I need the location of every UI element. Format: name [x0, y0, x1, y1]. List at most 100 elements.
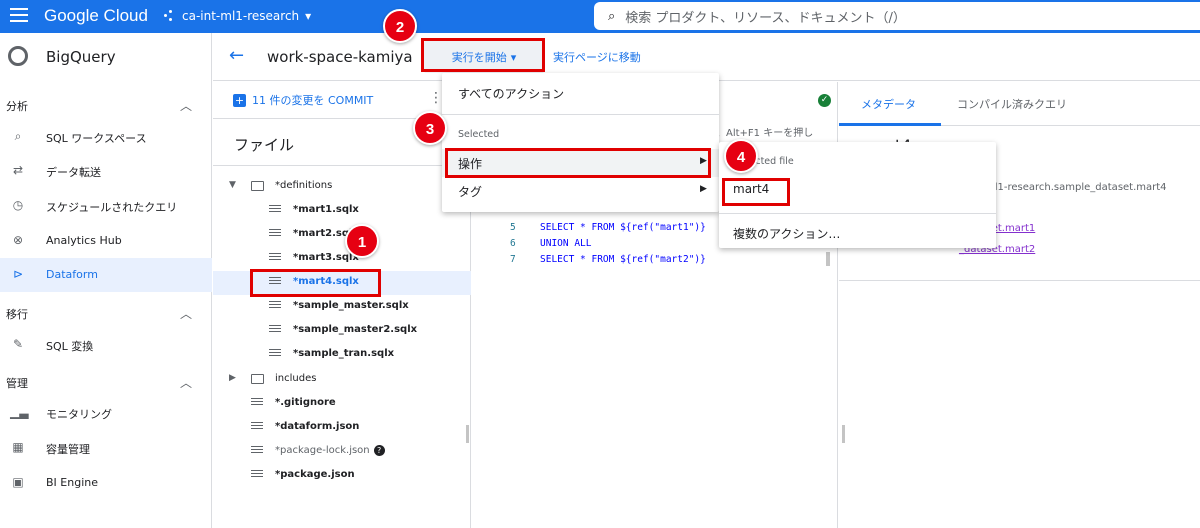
top-bar: Google Cloud ca-int-ml1-research ▾ ⌕ 検索 …	[0, 0, 1200, 33]
tree-file-gitignore[interactable]: *.gitignore	[213, 392, 471, 416]
active-tab-indicator	[839, 123, 941, 126]
commit-button[interactable]: + 11 件の変更を COMMIT	[233, 92, 373, 108]
nav-item-label: BI Engine	[46, 476, 98, 489]
tree-file-sample-master[interactable]: *sample_master.sqlx	[213, 295, 471, 319]
code-text: SELECT * FROM ${ref("mart1")}	[540, 222, 706, 233]
tab-compiled-query[interactable]: コンパイル済みクエリ	[957, 96, 1067, 112]
more-vert-icon[interactable]: ⋮	[429, 90, 443, 106]
nav-item-monitoring[interactable]: ▁▃ モニタリング	[0, 396, 212, 430]
file-lines-icon	[251, 470, 263, 480]
tree-file-mart1[interactable]: *mart1.sqlx	[213, 199, 471, 223]
file-lines-icon	[251, 398, 263, 408]
workspace-title: work-space-kamiya	[267, 48, 413, 66]
tree-folder-definitions[interactable]: ▼ *definitions	[213, 175, 471, 199]
help-icon[interactable]: ?	[373, 445, 385, 456]
back-arrow-icon[interactable]: ←	[229, 45, 244, 66]
tree-file-package-json[interactable]: *package.json	[213, 464, 471, 488]
chevron-up-icon: ︿	[180, 99, 193, 113]
editor-scrollbar[interactable]	[826, 252, 830, 266]
nav-item-dataform[interactable]: ⊳ Dataform	[0, 258, 212, 292]
line-number: 7	[510, 254, 516, 265]
expand-arrow-icon[interactable]: ▼	[229, 180, 236, 190]
highlight-box-3	[445, 148, 711, 178]
bi-engine-icon: ▣	[12, 475, 24, 489]
tree-file-sample-tran[interactable]: *sample_tran.sqlx	[213, 343, 471, 367]
tree-item-label: *.gitignore	[275, 397, 336, 408]
transfer-arrows-icon: ⇄	[12, 163, 24, 177]
nav-section-migration[interactable]: 移行 ︿	[0, 297, 212, 327]
goto-executions-link[interactable]: 実行ページに移動	[553, 49, 641, 65]
nav-item-label: データ転送	[46, 166, 101, 179]
project-selector[interactable]: ca-int-ml1-research ▾	[164, 9, 311, 23]
menu-item-label: タグ	[458, 185, 483, 199]
highlight-box-1	[250, 269, 381, 297]
nav-item-sql-workspace[interactable]: ⌕ SQL ワークスペース	[0, 120, 212, 154]
folder-icon	[251, 181, 264, 191]
clock-icon: ◷	[12, 198, 24, 212]
product-name: BigQuery	[46, 48, 116, 66]
chevron-up-icon: ︿	[180, 307, 193, 321]
nav-item-label: SQL ワークスペース	[46, 132, 147, 145]
tree-file-package-lock[interactable]: *package-lock.json?	[213, 440, 471, 464]
menu-item-label: 複数のアクション…	[733, 227, 841, 241]
highlight-box-4	[722, 178, 790, 206]
search-input[interactable]: ⌕ 検索 プロダクト、リソース、ドキュメント（/）	[594, 2, 1200, 30]
divider	[839, 280, 1200, 281]
nav-item-data-transfer[interactable]: ⇄ データ転送	[0, 154, 212, 188]
project-name: ca-int-ml1-research	[182, 9, 300, 23]
nav-item-scheduled-queries[interactable]: ◷ スケジュールされたクエリ	[0, 189, 212, 223]
metadata-tabs: メタデータ コンパイル済みクエリ	[839, 82, 1200, 126]
code-text: UNION ALL	[540, 238, 592, 249]
divider	[719, 213, 996, 214]
file-lines-icon	[269, 229, 281, 239]
tree-item-label: *mart3.sqlx	[293, 252, 359, 263]
resize-handle[interactable]	[466, 425, 469, 443]
hub-icon: ⊗	[12, 233, 24, 247]
highlight-box-2	[421, 38, 545, 72]
menu-item-multiple-actions[interactable]: 複数のアクション…	[719, 219, 996, 247]
expand-arrow-icon[interactable]: ▶	[229, 373, 236, 383]
folder-icon	[251, 374, 264, 384]
tree-folder-includes[interactable]: ▶ includes	[213, 368, 471, 392]
file-lines-icon	[251, 422, 263, 432]
tree-file-mart2[interactable]: *mart2.sqlx	[213, 223, 471, 247]
tree-file-dataform-json[interactable]: *dataform.json	[213, 416, 471, 440]
file-lines-icon	[269, 325, 281, 335]
divider	[442, 114, 719, 115]
menu-item-tag[interactable]: タグ ▶	[442, 177, 719, 205]
check-circle-icon: ✓	[818, 94, 831, 107]
line-number: 5	[510, 222, 516, 233]
nav-section-admin[interactable]: 管理 ︿	[0, 366, 212, 396]
hamburger-menu-icon[interactable]	[10, 8, 28, 24]
nav-section-analysis[interactable]: 分析 ︿	[0, 89, 212, 119]
nav-item-label: モニタリング	[46, 408, 112, 421]
nav-item-label: スケジュールされたクエリ	[46, 201, 178, 214]
bigquery-icon	[8, 46, 28, 66]
tree-item-label: *sample_master.sqlx	[293, 300, 409, 311]
menu-item-all-actions[interactable]: すべてのアクション	[442, 79, 719, 107]
nav-section-label: 分析	[6, 100, 28, 113]
metadata-path: ml1-research.sample_dataset.mart4	[985, 182, 1167, 193]
tree-item-label: *package-lock.json	[275, 445, 370, 456]
chart-icon: ▁▃	[10, 405, 29, 419]
tree-file-sample-master2[interactable]: *sample_master2.sqlx	[213, 319, 471, 343]
nav-item-analytics-hub[interactable]: ⊗ Analytics Hub	[0, 224, 212, 258]
file-lines-icon	[269, 205, 281, 215]
nav-item-sql-translation[interactable]: ✎ SQL 変換	[0, 328, 212, 362]
menu-item-label: すべてのアクション	[458, 87, 565, 101]
tree-file-mart3[interactable]: *mart3.sqlx	[213, 247, 471, 271]
nav-item-bi-engine[interactable]: ▣ BI Engine	[0, 466, 212, 500]
nav-item-capacity[interactable]: ▦ 容量管理	[0, 431, 212, 465]
tree-item-label: *sample_tran.sqlx	[293, 348, 395, 359]
code-text: SELECT * FROM ${ref("mart2")}	[540, 254, 706, 265]
google-cloud-logo[interactable]: Google Cloud	[44, 6, 148, 26]
left-navigation: BigQuery 分析 ︿ ⌕ SQL ワークスペース ⇄ データ転送 ◷ スケ…	[0, 33, 212, 528]
tab-metadata[interactable]: メタデータ	[861, 96, 916, 112]
file-lines-icon	[269, 253, 281, 263]
product-title: BigQuery	[0, 33, 212, 81]
nav-item-label: Analytics Hub	[46, 234, 122, 247]
wrench-icon: ✎	[12, 337, 24, 351]
plus-icon: +	[233, 93, 246, 107]
file-lines-icon	[251, 446, 263, 456]
line-number: 6	[510, 238, 516, 249]
